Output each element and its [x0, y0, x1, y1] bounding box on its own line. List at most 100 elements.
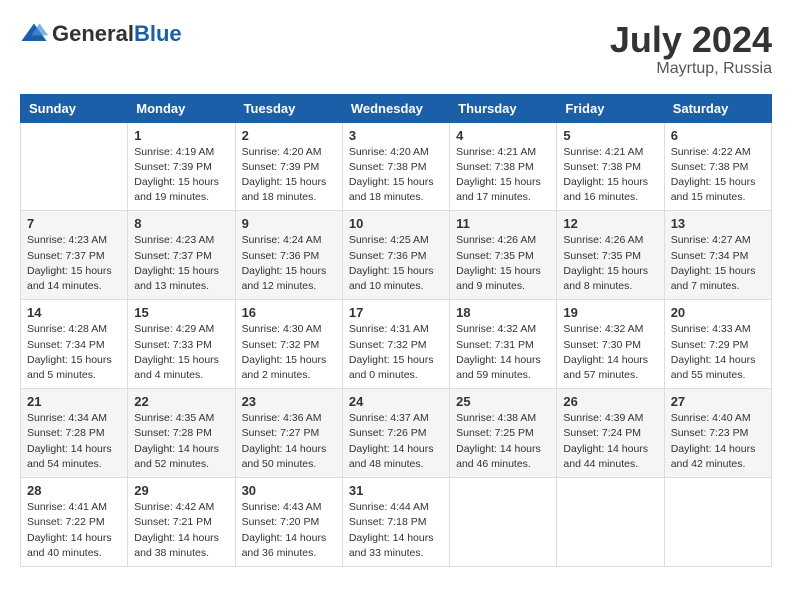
day-info: Sunrise: 4:26 AM Sunset: 7:35 PM Dayligh…: [456, 233, 550, 294]
day-number: 1: [134, 128, 228, 143]
day-number: 19: [563, 305, 657, 320]
day-info: Sunrise: 4:33 AM Sunset: 7:29 PM Dayligh…: [671, 322, 765, 383]
day-info: Sunrise: 4:26 AM Sunset: 7:35 PM Dayligh…: [563, 233, 657, 294]
title-block: July 2024 Mayrtup, Russia: [610, 20, 772, 78]
day-number: 9: [242, 216, 336, 231]
day-info: Sunrise: 4:29 AM Sunset: 7:33 PM Dayligh…: [134, 322, 228, 383]
calendar-cell: [664, 478, 771, 567]
location: Mayrtup, Russia: [610, 60, 772, 78]
calendar-week-1: 1 Sunrise: 4:19 AM Sunset: 7:39 PM Daylig…: [21, 122, 772, 211]
day-number: 24: [349, 394, 443, 409]
column-header-sunday: Sunday: [21, 94, 128, 122]
day-number: 26: [563, 394, 657, 409]
day-number: 10: [349, 216, 443, 231]
calendar-cell: 7 Sunrise: 4:23 AM Sunset: 7:37 PM Daylig…: [21, 211, 128, 300]
calendar-cell: 1 Sunrise: 4:19 AM Sunset: 7:39 PM Daylig…: [128, 122, 235, 211]
calendar-week-2: 7 Sunrise: 4:23 AM Sunset: 7:37 PM Daylig…: [21, 211, 772, 300]
day-info: Sunrise: 4:23 AM Sunset: 7:37 PM Dayligh…: [27, 233, 121, 294]
day-number: 12: [563, 216, 657, 231]
logo: GeneralBlue: [20, 20, 182, 48]
calendar-cell: 22 Sunrise: 4:35 AM Sunset: 7:28 PM Dayli…: [128, 389, 235, 478]
day-number: 4: [456, 128, 550, 143]
calendar-cell: 26 Sunrise: 4:39 AM Sunset: 7:24 PM Dayli…: [557, 389, 664, 478]
day-number: 8: [134, 216, 228, 231]
calendar-cell: [557, 478, 664, 567]
column-header-tuesday: Tuesday: [235, 94, 342, 122]
day-info: Sunrise: 4:23 AM Sunset: 7:37 PM Dayligh…: [134, 233, 228, 294]
day-number: 14: [27, 305, 121, 320]
day-number: 5: [563, 128, 657, 143]
day-number: 28: [27, 483, 121, 498]
calendar-cell: 28 Sunrise: 4:41 AM Sunset: 7:22 PM Dayli…: [21, 478, 128, 567]
day-info: Sunrise: 4:19 AM Sunset: 7:39 PM Dayligh…: [134, 145, 228, 206]
day-info: Sunrise: 4:21 AM Sunset: 7:38 PM Dayligh…: [563, 145, 657, 206]
day-number: 20: [671, 305, 765, 320]
day-info: Sunrise: 4:20 AM Sunset: 7:39 PM Dayligh…: [242, 145, 336, 206]
day-number: 2: [242, 128, 336, 143]
day-info: Sunrise: 4:39 AM Sunset: 7:24 PM Dayligh…: [563, 411, 657, 472]
day-info: Sunrise: 4:24 AM Sunset: 7:36 PM Dayligh…: [242, 233, 336, 294]
calendar-cell: 29 Sunrise: 4:42 AM Sunset: 7:21 PM Dayli…: [128, 478, 235, 567]
calendar-cell: [450, 478, 557, 567]
calendar-cell: 3 Sunrise: 4:20 AM Sunset: 7:38 PM Daylig…: [342, 122, 449, 211]
day-number: 23: [242, 394, 336, 409]
calendar-cell: 14 Sunrise: 4:28 AM Sunset: 7:34 PM Dayli…: [21, 300, 128, 389]
calendar-cell: 30 Sunrise: 4:43 AM Sunset: 7:20 PM Dayli…: [235, 478, 342, 567]
day-number: 22: [134, 394, 228, 409]
calendar-cell: 8 Sunrise: 4:23 AM Sunset: 7:37 PM Daylig…: [128, 211, 235, 300]
day-number: 11: [456, 216, 550, 231]
calendar-cell: 17Sunrise: 4:31 AM Sunset: 7:32 PM Dayli…: [342, 300, 449, 389]
column-header-friday: Friday: [557, 94, 664, 122]
day-info: Sunrise: 4:34 AM Sunset: 7:28 PM Dayligh…: [27, 411, 121, 472]
day-info: Sunrise: 4:28 AM Sunset: 7:34 PM Dayligh…: [27, 322, 121, 383]
calendar-cell: 19 Sunrise: 4:32 AM Sunset: 7:30 PM Dayli…: [557, 300, 664, 389]
column-header-monday: Monday: [128, 94, 235, 122]
day-info: Sunrise: 4:27 AM Sunset: 7:34 PM Dayligh…: [671, 233, 765, 294]
day-info: Sunrise: 4:32 AM Sunset: 7:30 PM Dayligh…: [563, 322, 657, 383]
logo-text-general: General: [52, 21, 134, 46]
day-info: Sunrise: 4:42 AM Sunset: 7:21 PM Dayligh…: [134, 500, 228, 561]
day-number: 16: [242, 305, 336, 320]
calendar-cell: 18 Sunrise: 4:32 AM Sunset: 7:31 PM Dayli…: [450, 300, 557, 389]
calendar-cell: 13Sunrise: 4:27 AM Sunset: 7:34 PM Dayli…: [664, 211, 771, 300]
day-number: 30: [242, 483, 336, 498]
calendar-cell: 5 Sunrise: 4:21 AM Sunset: 7:38 PM Daylig…: [557, 122, 664, 211]
day-info: Sunrise: 4:21 AM Sunset: 7:38 PM Dayligh…: [456, 145, 550, 206]
calendar-cell: 31Sunrise: 4:44 AM Sunset: 7:18 PM Dayli…: [342, 478, 449, 567]
day-info: Sunrise: 4:37 AM Sunset: 7:26 PM Dayligh…: [349, 411, 443, 472]
day-info: Sunrise: 4:40 AM Sunset: 7:23 PM Dayligh…: [671, 411, 765, 472]
calendar-cell: 9 Sunrise: 4:24 AM Sunset: 7:36 PM Daylig…: [235, 211, 342, 300]
calendar-cell: 15 Sunrise: 4:29 AM Sunset: 7:33 PM Dayli…: [128, 300, 235, 389]
calendar-cell: 21 Sunrise: 4:34 AM Sunset: 7:28 PM Dayli…: [21, 389, 128, 478]
logo-icon: [20, 20, 48, 48]
day-info: Sunrise: 4:35 AM Sunset: 7:28 PM Dayligh…: [134, 411, 228, 472]
day-info: Sunrise: 4:43 AM Sunset: 7:20 PM Dayligh…: [242, 500, 336, 561]
day-number: 15: [134, 305, 228, 320]
day-info: Sunrise: 4:32 AM Sunset: 7:31 PM Dayligh…: [456, 322, 550, 383]
calendar-week-5: 28 Sunrise: 4:41 AM Sunset: 7:22 PM Dayli…: [21, 478, 772, 567]
day-number: 21: [27, 394, 121, 409]
day-number: 18: [456, 305, 550, 320]
month-year: July 2024: [610, 20, 772, 60]
calendar-cell: 10 Sunrise: 4:25 AM Sunset: 7:36 PM Dayli…: [342, 211, 449, 300]
day-info: Sunrise: 4:25 AM Sunset: 7:36 PM Dayligh…: [349, 233, 443, 294]
day-number: 25: [456, 394, 550, 409]
calendar-cell: 2 Sunrise: 4:20 AM Sunset: 7:39 PM Daylig…: [235, 122, 342, 211]
day-info: Sunrise: 4:41 AM Sunset: 7:22 PM Dayligh…: [27, 500, 121, 561]
calendar-header-row: SundayMondayTuesdayWednesdayThursdayFrid…: [21, 94, 772, 122]
day-info: Sunrise: 4:38 AM Sunset: 7:25 PM Dayligh…: [456, 411, 550, 472]
day-number: 27: [671, 394, 765, 409]
calendar-table: SundayMondayTuesdayWednesdayThursdayFrid…: [20, 94, 772, 567]
day-number: 3: [349, 128, 443, 143]
day-info: Sunrise: 4:20 AM Sunset: 7:38 PM Dayligh…: [349, 145, 443, 206]
calendar-cell: 6Sunrise: 4:22 AM Sunset: 7:38 PM Daylig…: [664, 122, 771, 211]
calendar-cell: 23Sunrise: 4:36 AM Sunset: 7:27 PM Dayli…: [235, 389, 342, 478]
calendar-cell: 20 Sunrise: 4:33 AM Sunset: 7:29 PM Dayli…: [664, 300, 771, 389]
calendar-cell: 25 Sunrise: 4:38 AM Sunset: 7:25 PM Dayli…: [450, 389, 557, 478]
calendar-cell: 12 Sunrise: 4:26 AM Sunset: 7:35 PM Dayli…: [557, 211, 664, 300]
day-number: 7: [27, 216, 121, 231]
day-number: 31: [349, 483, 443, 498]
calendar-week-3: 14 Sunrise: 4:28 AM Sunset: 7:34 PM Dayli…: [21, 300, 772, 389]
column-header-thursday: Thursday: [450, 94, 557, 122]
day-number: 29: [134, 483, 228, 498]
